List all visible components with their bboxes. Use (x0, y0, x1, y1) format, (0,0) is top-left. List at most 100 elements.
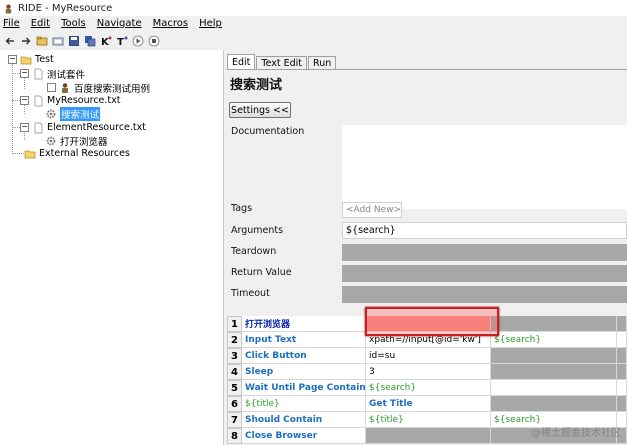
open-directory-icon[interactable] (51, 34, 64, 47)
tree-label-testcase: 百度搜索测试用例 (74, 83, 151, 95)
search-tests-icon[interactable]: T (115, 34, 128, 47)
menu-help[interactable]: Help (199, 18, 222, 29)
folder-icon (24, 148, 36, 160)
tree-item-keyword2[interactable]: 打开浏览器 (45, 134, 108, 148)
step-keyword-cell[interactable]: Close Browser (242, 428, 366, 444)
step-keyword-cell[interactable]: Sleep (242, 364, 366, 380)
step-arg2-cell[interactable] (491, 348, 617, 364)
step-arg3-cell[interactable] (617, 380, 627, 396)
step-keyword-cell[interactable]: Wait Until Page Contains (242, 380, 366, 396)
step-arg2-cell[interactable]: ${search} (491, 332, 617, 348)
title-bar: RIDE - MyResource (0, 0, 627, 16)
settings-toggle-button[interactable]: Settings << (229, 102, 291, 118)
tree-item-suite[interactable]: − 测试套件 (20, 67, 86, 81)
gear-icon (45, 135, 57, 147)
save-icon[interactable] (67, 34, 80, 47)
tree-label-suite: 测试套件 (47, 69, 86, 81)
step-arg3-cell[interactable] (617, 364, 627, 380)
row-number[interactable]: 2 (227, 332, 242, 348)
arguments-field[interactable]: ${search} (342, 222, 627, 239)
red-annotation-box (365, 307, 499, 336)
step-arg1-cell[interactable] (366, 428, 491, 444)
step-arg3-cell[interactable] (617, 332, 627, 348)
window-title: RIDE - MyResource (18, 2, 113, 14)
return-value-field[interactable] (342, 265, 627, 282)
step-keyword-cell[interactable]: 打开浏览器 (242, 316, 366, 332)
tree-item-keyword1[interactable]: 搜索测试 (45, 106, 101, 121)
row-number[interactable]: 1 (227, 316, 242, 332)
project-tree: − Test − 测试套件 百度搜索测试用例 − MyResource.txt … (0, 50, 223, 445)
menu-edit[interactable]: Edit (31, 18, 50, 29)
table-row: 6 ${title} Get Title (227, 396, 627, 412)
collapse-icon[interactable]: − (20, 69, 29, 78)
tab-run[interactable]: Run (308, 56, 337, 70)
back-arrow-icon[interactable] (3, 34, 16, 47)
save-all-icon[interactable] (83, 34, 96, 47)
step-arg1-cell[interactable]: ${search} (366, 380, 491, 396)
svg-text:T: T (117, 37, 124, 47)
step-arg1-cell[interactable]: ${title} (366, 412, 491, 428)
row-number[interactable]: 4 (227, 364, 242, 380)
timeout-label: Timeout (231, 288, 270, 299)
step-arg2-cell[interactable] (491, 364, 617, 380)
step-keyword-cell[interactable]: Click Button (242, 348, 366, 364)
ride-window: RIDE - MyResource File Edit Tools Naviga… (0, 0, 627, 445)
menu-file[interactable]: File (3, 18, 20, 29)
tree-item-resource1[interactable]: − MyResource.txt (20, 94, 120, 107)
forward-arrow-icon[interactable] (19, 34, 32, 47)
step-keyword-cell[interactable]: Should Contain (242, 412, 366, 428)
tree-item-testcase[interactable]: 百度搜索测试用例 (47, 81, 151, 95)
keyword-title: 搜索测试 (230, 78, 283, 93)
step-arg3-cell[interactable] (617, 396, 627, 412)
stop-icon[interactable] (147, 34, 160, 47)
tree-item-external[interactable]: External Resources (24, 147, 130, 160)
watermark: @稀土掘金技术社区 (531, 428, 621, 439)
step-arg1-cell[interactable]: 3 (366, 364, 491, 380)
tab-edit[interactable]: Edit (227, 54, 256, 70)
documentation-field[interactable] (342, 125, 627, 209)
open-folder-icon[interactable] (35, 34, 48, 47)
tree-label-resource1: MyResource.txt (47, 95, 121, 106)
step-keyword-cell[interactable]: Input Text (242, 332, 366, 348)
testcase-checkbox[interactable] (47, 83, 56, 92)
tree-label-keyword2: 打开浏览器 (60, 136, 108, 148)
return-value-label: Return Value (231, 267, 292, 278)
menu-bar: File Edit Tools Navigate Macros Help (0, 16, 627, 31)
step-arg1-cell[interactable]: Get Title (366, 396, 491, 412)
timeout-field[interactable] (342, 286, 627, 303)
tags-label: Tags (231, 203, 253, 214)
editor-area: Edit Text Edit Run 搜索测试 Settings << Docu… (227, 50, 627, 445)
collapse-icon[interactable]: − (20, 123, 29, 132)
step-arg2-cell[interactable] (491, 380, 617, 396)
tree-item-root[interactable]: − Test (8, 53, 54, 66)
run-icon[interactable] (131, 34, 144, 47)
row-number[interactable]: 3 (227, 348, 242, 364)
toolbar: K T (0, 32, 627, 49)
arguments-label: Arguments (231, 225, 284, 236)
step-keyword-cell[interactable]: ${title} (242, 396, 366, 412)
tree-label-root: Test (35, 54, 54, 65)
row-number[interactable]: 7 (227, 412, 242, 428)
step-arg1-cell[interactable]: id=su (366, 348, 491, 364)
row-number[interactable]: 5 (227, 380, 242, 396)
teardown-field[interactable] (342, 244, 627, 261)
step-arg3-cell[interactable] (617, 348, 627, 364)
row-number[interactable]: 6 (227, 396, 242, 412)
table-row: 4 Sleep 3 (227, 364, 627, 380)
teardown-label: Teardown (231, 246, 277, 257)
file-icon (32, 95, 44, 107)
row-number[interactable]: 8 (227, 428, 242, 444)
menu-tools[interactable]: Tools (61, 18, 86, 29)
menu-macros[interactable]: Macros (153, 18, 188, 29)
search-keywords-icon[interactable]: K (99, 34, 112, 47)
menu-navigate[interactable]: Navigate (97, 18, 142, 29)
tree-item-resource2[interactable]: − ElementResource.txt (20, 121, 146, 134)
collapse-icon[interactable]: − (8, 55, 17, 64)
tab-text-edit[interactable]: Text Edit (256, 56, 308, 70)
step-arg3-cell[interactable] (617, 316, 627, 332)
tree-label-keyword1: 搜索测试 (60, 106, 101, 121)
step-arg2-cell[interactable] (491, 316, 617, 332)
collapse-icon[interactable]: − (20, 96, 29, 105)
step-arg2-cell[interactable] (491, 396, 617, 412)
tags-add-new[interactable]: <Add New> (342, 202, 402, 218)
